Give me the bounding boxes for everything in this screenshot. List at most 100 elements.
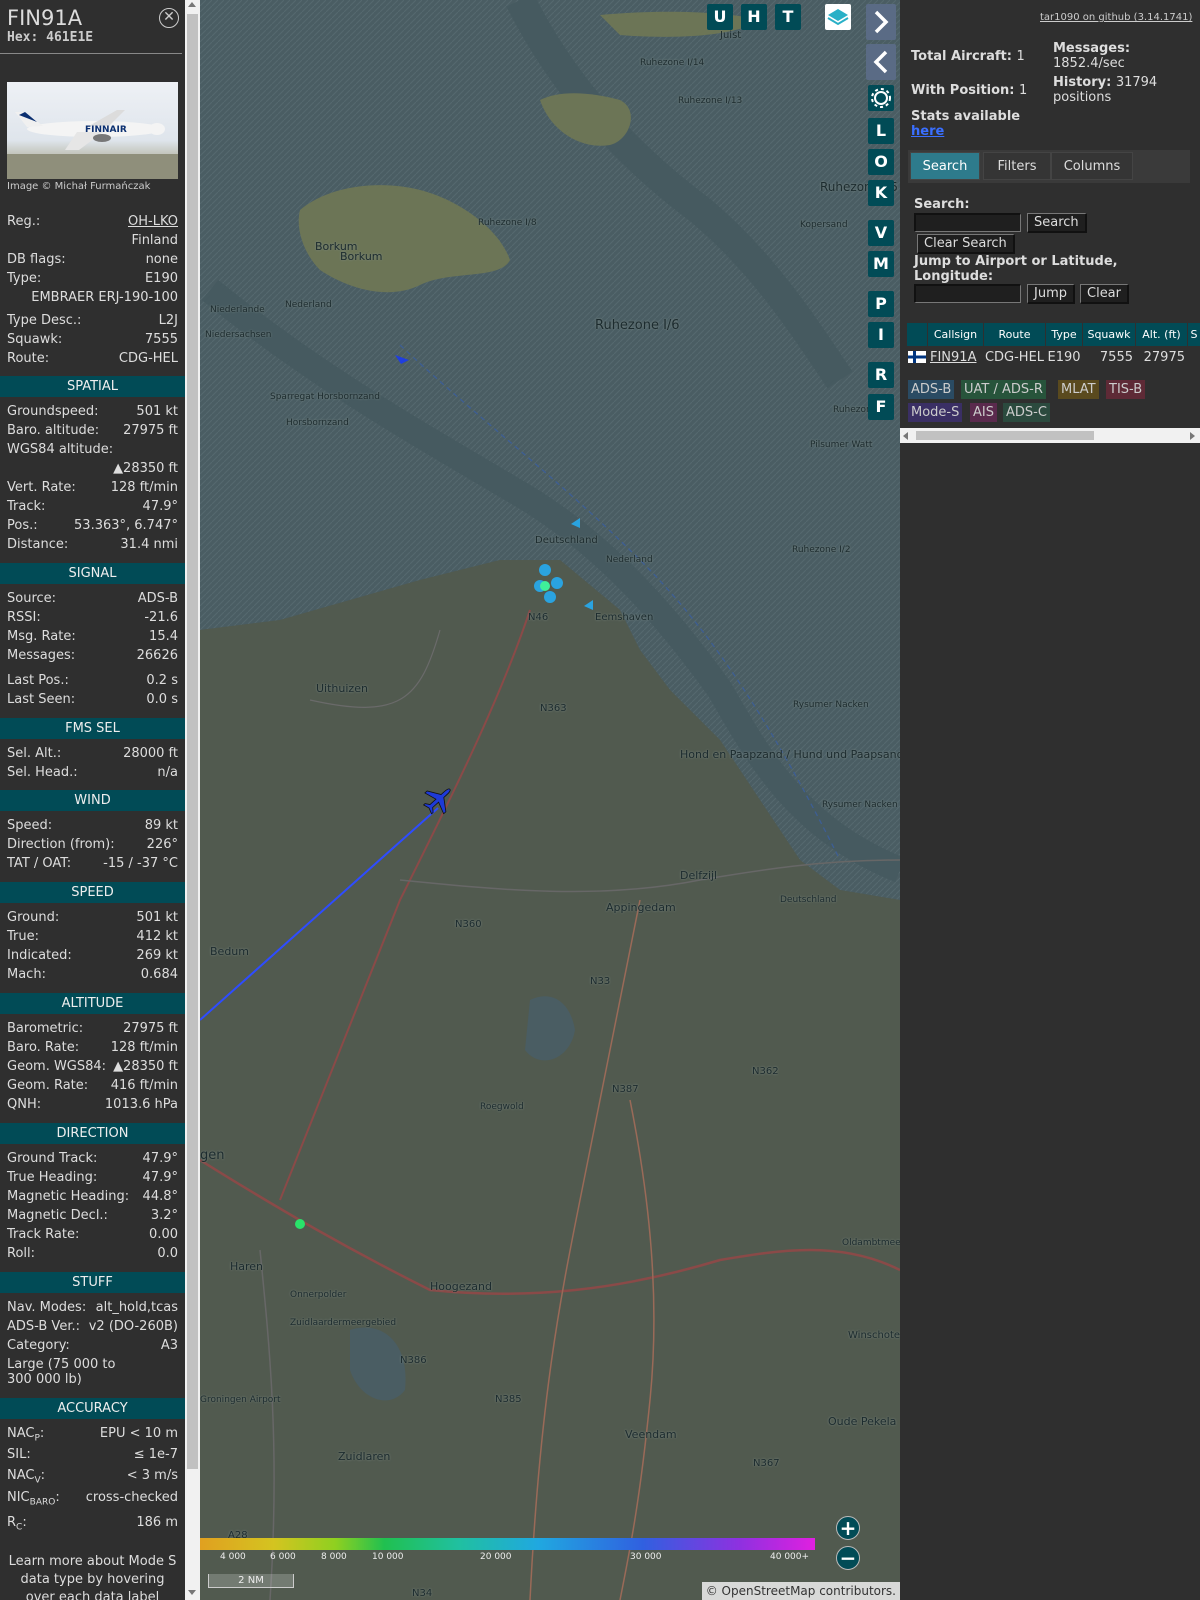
col-flag[interactable] — [907, 323, 927, 346]
squawk-value: 7555 — [144, 332, 178, 347]
qnh-label: QNH: — [7, 1097, 42, 1112]
mach-value: 0.684 — [140, 967, 178, 982]
section-fms: FMS SEL — [0, 718, 185, 739]
typename-value: EMBRAER ERJ-190-100 — [31, 290, 178, 305]
info-scrollbar-thumb[interactable] — [187, 14, 198, 1469]
source-mlat[interactable]: MLAT — [1058, 380, 1099, 399]
pos-row: Pos.: 53.363°, 6.747° — [7, 518, 178, 533]
dbflags-label: DB flags: — [7, 252, 66, 267]
last-seen-label: Last Seen: — [7, 692, 76, 707]
col-squawk[interactable]: Squawk — [1083, 323, 1135, 346]
map-button-k[interactable]: K — [868, 180, 894, 206]
map-place-label: Groningen Airport — [200, 1395, 281, 1405]
col-alt[interactable]: Alt. (ft) — [1136, 323, 1187, 346]
map-button-p[interactable]: P — [868, 291, 894, 317]
indicated-speed-value: 269 kt — [136, 948, 178, 963]
nic-value: cross-checked — [85, 1490, 178, 1505]
map-place-label: Deutschland — [535, 535, 598, 546]
map-place-label: Zuidlaren — [338, 1450, 391, 1463]
type-value: E190 — [144, 271, 178, 286]
map-button-v[interactable]: V — [868, 220, 894, 246]
col-route[interactable]: Route — [984, 323, 1045, 346]
mag-decl-value: 3.2° — [150, 1208, 178, 1223]
zoom-out-button[interactable]: − — [836, 1546, 860, 1570]
search-button[interactable]: Search — [1027, 213, 1087, 233]
layers-icon[interactable] — [825, 4, 851, 30]
map-button-u[interactable]: U — [707, 4, 733, 30]
map-button-l[interactable]: L — [868, 118, 894, 144]
track-rate-label: Track Rate: — [7, 1227, 80, 1242]
jump-button[interactable]: Jump — [1027, 284, 1075, 304]
geom-value: ▲28350 ft — [113, 1059, 178, 1074]
rssi-row: RSSI: -21.6 — [7, 610, 178, 625]
map-attribution[interactable]: © OpenStreetMap contributors. — [701, 1582, 900, 1600]
row-callsign[interactable]: FIN91A — [930, 347, 985, 368]
tab-columns[interactable]: Columns — [1051, 152, 1133, 180]
source-adsb[interactable]: ADS-B — [908, 380, 955, 399]
scroll-left-arrow-icon[interactable] — [903, 432, 908, 440]
map-place-label: Ruhezone I/13 — [678, 96, 743, 106]
wgs-alt-value: ▲28350 ft — [113, 461, 178, 476]
col-callsign[interactable]: Callsign — [928, 323, 983, 346]
close-icon[interactable]: ✕ — [159, 8, 179, 28]
sel-head-label: Sel. Head.: — [7, 765, 78, 780]
map-button-t[interactable]: T — [775, 4, 801, 30]
sel-alt-label: Sel. Alt.: — [7, 746, 62, 761]
source-tisb[interactable]: TIS-B — [1106, 380, 1146, 399]
stats-link[interactable]: here — [911, 124, 944, 139]
track-rate-row: Track Rate: 0.00 — [7, 1227, 178, 1242]
source-uat[interactable]: UAT / ADS-R — [961, 380, 1046, 399]
true-speed-label: True: — [7, 929, 39, 944]
source-adsc[interactable]: ADS-C — [1003, 403, 1050, 422]
vert-rate-row: Vert. Rate: 128 ft/min — [7, 480, 178, 495]
tab-filters[interactable]: Filters — [983, 152, 1051, 180]
source-ais[interactable]: AIS — [970, 403, 997, 422]
nacp-value: EPU < 10 m — [99, 1426, 178, 1441]
map-place-label: N387 — [612, 1084, 639, 1095]
selected-aircraft-panel: FIN91A Hex: 461E1E ✕ FINNAIR Image © Mic… — [0, 0, 185, 1600]
chevron-right-icon[interactable] — [866, 4, 896, 40]
reg-link[interactable]: OH-LKO — [128, 214, 178, 229]
map-button-o[interactable]: O — [868, 149, 894, 175]
rssi-label: RSSI: — [7, 610, 41, 625]
sel-head-row: Sel. Head.: n/a — [7, 765, 178, 780]
zoom-in-button[interactable]: + — [836, 1516, 860, 1540]
section-spatial: SPATIAL — [0, 376, 185, 397]
clear-search-button[interactable]: Clear Search — [917, 234, 1015, 254]
vert-rate-label: Vert. Rate: — [7, 480, 76, 495]
map-button-h[interactable]: H — [741, 4, 767, 30]
adsb-ver-label: ADS-B Ver.: — [7, 1319, 80, 1334]
scroll-down-arrow-icon[interactable] — [188, 1590, 196, 1595]
jump-input[interactable] — [914, 284, 1021, 303]
map-button-i[interactable]: I — [868, 322, 894, 348]
col-s[interactable]: S — [1188, 323, 1200, 346]
svg-text:FINNAIR: FINNAIR — [85, 125, 127, 135]
track-value: 47.9° — [142, 499, 178, 514]
scroll-up-arrow-icon[interactable] — [188, 2, 196, 7]
map-place-label: N386 — [400, 1355, 427, 1366]
tab-search[interactable]: Search — [910, 152, 980, 180]
msg-rate-row: Msg. Rate: 15.4 — [7, 629, 178, 644]
wind-speed-row: Speed: 89 kt — [7, 818, 178, 833]
with-position-value: 1 — [1019, 83, 1028, 98]
aircraft-photo[interactable]: FINNAIR — [7, 82, 178, 179]
map-canvas[interactable]: Juist Ruhezone I/14 Ruhezone I/13 Ruhezone … — [200, 0, 900, 1600]
map-place-label: Hoogezand — [430, 1280, 492, 1293]
clear-button[interactable]: Clear — [1080, 284, 1129, 304]
map-button-r[interactable]: R — [868, 362, 894, 388]
source-modes[interactable]: Mode-S — [908, 403, 963, 422]
map-place-label: Nederland — [285, 300, 332, 310]
gear-icon[interactable] — [868, 85, 894, 111]
col-type[interactable]: Type — [1046, 323, 1082, 346]
last-pos-label: Last Pos.: — [7, 673, 69, 688]
chevron-left-icon[interactable] — [866, 44, 896, 80]
map-button-m[interactable]: M — [868, 251, 894, 277]
search-input[interactable] — [914, 213, 1021, 232]
map-button-f[interactable]: F — [868, 394, 894, 420]
map-place-label: Haren — [230, 1260, 264, 1273]
ground-track-row: Ground Track: 47.9° — [7, 1151, 178, 1166]
github-link[interactable]: tar1090 on github (3.14.1741) — [1040, 12, 1192, 23]
table-scrollbar-thumb[interactable] — [916, 431, 1094, 440]
scroll-right-arrow-icon[interactable] — [1190, 432, 1195, 440]
ground-speed-row: Ground: 501 kt — [7, 910, 178, 925]
